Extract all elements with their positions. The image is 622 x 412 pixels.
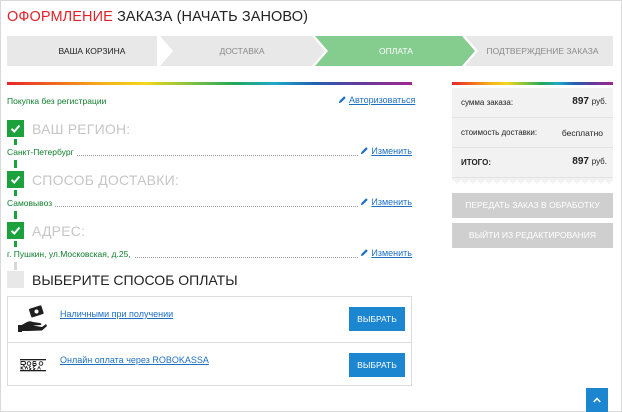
guest-checkout-label: Покупка без регистрации [7,96,107,106]
login-link[interactable]: Авторизоваться [338,95,415,105]
pencil-icon [361,198,369,206]
progress-dash [14,262,17,270]
summary-order-sum: сумма заказа: 897 руб. [452,88,613,118]
edit-address-label: Изменить [371,248,412,258]
delivery-row: Самовывоз Изменить [7,197,412,210]
pencil-icon [338,96,346,104]
address-value: г. Пушкин, ул.Московская, д.25, [7,249,134,259]
total-value: 897 руб. [572,156,607,167]
progress-dash [14,190,17,196]
pencil-icon [361,147,369,155]
payment-methods-list: Наличными при получении ВЫБРАТЬ Онлайн о… [7,296,412,386]
cash-hand-icon [18,305,47,332]
step-confirmation: ПОДТВЕРЖДЕНИЕ ЗАКАЗА [486,46,599,56]
page-title-rest[interactable]: ЗАКАЗА (НАЧАТЬ ЗАНОВО) [117,9,308,25]
summary-delivery-cost: стоимость доставки: бесплатно [452,118,613,148]
delivery-value: Самовывоз [7,198,56,208]
region-check-icon [7,120,24,137]
summary-total: ИТОГО: 897 руб. [452,148,613,178]
payment-method-robokassa-name[interactable]: Онлайн оплата через ROBOKASSA [60,355,209,365]
delivery-heading: СПОСОБ ДОСТАВКИ: [32,172,179,188]
rainbow-divider [7,82,412,85]
region-heading: ВАШ РЕГИОН: [32,121,131,137]
address-check-icon [7,222,24,239]
page-title: ОФОРМЛЕНИЕ ЗАКАЗА (НАЧАТЬ ЗАНОВО) [7,9,308,25]
page-title-highlight: ОФОРМЛЕНИЕ [7,9,113,25]
delivery-check-icon [7,171,24,188]
total-amount: 897 [572,156,589,167]
rainbow-divider [452,82,613,85]
step-delivery[interactable]: ДОСТАВКА [167,36,317,66]
region-row: Санкт-Петербург Изменить [7,146,412,159]
login-link-label: Авторизоваться [349,95,416,105]
edit-delivery-link[interactable]: Изменить [358,197,412,207]
progress-dash [14,211,17,219]
progress-dash [14,139,17,145]
order-sum-currency: руб. [591,97,607,106]
edit-region-label: Изменить [371,146,412,156]
delivery-cost-label: стоимость доставки: [461,128,538,137]
progress-dash [14,160,17,168]
receipt-zigzag [452,178,613,184]
payment-step-marker [7,271,24,288]
pencil-icon [361,249,369,257]
step-cart[interactable]: ВАША КОРЗИНА [17,36,167,66]
payment-method-robokassa: Онлайн оплата через ROBOKASSA ВЫБРАТЬ [8,342,411,386]
order-sum-value: 897 руб. [572,96,607,107]
edit-delivery-label: Изменить [371,197,412,207]
edit-region-link[interactable]: Изменить [358,146,412,156]
payment-method-cash-name[interactable]: Наличными при получении [60,309,173,319]
total-currency: руб. [591,157,607,166]
step-payment: ОПЛАТА [379,46,413,56]
chevron-up-icon [593,397,601,403]
edit-address-link[interactable]: Изменить [358,248,412,258]
exit-editing-button[interactable]: ВЫЙТИ ИЗ РЕДАКТИРОВАНИЯ [452,223,613,248]
checkout-steps: ВАША КОРЗИНА ДОСТАВКА ОПЛАТА ПОДТВЕРЖДЕН… [7,36,613,66]
select-robokassa-button[interactable]: ВЫБРАТЬ [349,353,405,377]
payment-method-cash: Наличными при получении ВЫБРАТЬ [8,297,411,341]
submit-order-button[interactable]: ПЕРЕДАТЬ ЗАКАЗ В ОБРАБОТКУ [452,193,613,218]
scroll-to-top-button[interactable] [586,388,608,412]
address-row: г. Пушкин, ул.Московская, д.25, Изменить [7,248,412,261]
robokassa-logo [20,359,46,372]
payment-heading: ВЫБЕРИТЕ СПОСОБ ОПЛАТЫ [32,272,238,288]
select-cash-button[interactable]: ВЫБРАТЬ [349,307,405,331]
region-value: Санкт-Петербург [7,147,77,157]
delivery-cost-value: бесплатно [561,128,603,138]
progress-dash [14,241,17,247]
order-sum-amount: 897 [572,96,589,107]
address-heading: АДРЕС: [32,223,86,239]
total-label: ИТОГО: [461,158,491,167]
order-sum-label: сумма заказа: [461,98,514,107]
